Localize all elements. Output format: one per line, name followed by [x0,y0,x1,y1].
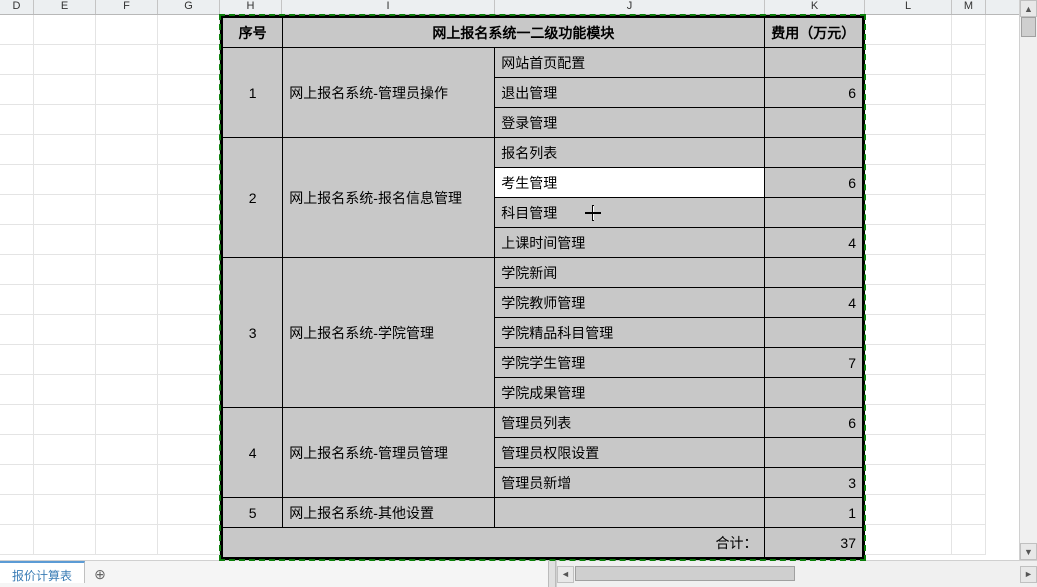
col-header-G[interactable]: G [158,0,220,14]
cell-item[interactable]: 学院成果管理 [495,378,764,408]
cell-seq[interactable]: 5 [223,498,283,528]
cell-item[interactable]: 网站首页配置 [495,48,764,78]
cell-item[interactable]: 退出管理 [495,78,764,108]
column-headers[interactable]: D E F G H I J K L M [0,0,1020,15]
cell-cost[interactable] [764,258,862,288]
col-header-I[interactable]: I [282,0,495,14]
cell-cost[interactable]: 4 [764,288,862,318]
data-table[interactable]: 序号 网上报名系统一二级功能模块 费用（万元） 1 网上报名系统-管理员操作 网… [220,15,865,560]
vertical-scrollbar[interactable]: ▲ ▼ [1019,0,1037,560]
cell-cost[interactable] [764,438,862,468]
cell-item[interactable]: 学院教师管理 [495,288,764,318]
cell-cost[interactable] [764,108,862,138]
table-row[interactable]: 5 网上报名系统-其他设置 1 [223,498,863,528]
cell-seq[interactable]: 4 [223,408,283,498]
cell-cost[interactable] [764,138,862,168]
plus-icon: ⊕ [94,566,106,583]
horizontal-scroll-track[interactable] [575,566,1019,583]
cell-item[interactable]: 登录管理 [495,108,764,138]
cell-cost[interactable]: 6 [764,168,862,198]
cell-item[interactable]: 管理员新增 [495,468,764,498]
cell-item[interactable]: 学院新闻 [495,258,764,288]
scroll-right-button[interactable]: ► [1020,566,1037,583]
col-header-D[interactable]: D [0,0,34,14]
cell-item[interactable]: 科目管理 [495,198,764,228]
table-row[interactable]: 3 网上报名系统-学院管理 学院新闻 [223,258,863,288]
cell-cost[interactable]: 6 [764,78,862,108]
col-header-J[interactable]: J [495,0,765,14]
cell-item[interactable] [495,498,764,528]
header-modules: 网上报名系统一二级功能模块 [283,18,764,48]
col-header-F[interactable]: F [96,0,158,14]
cell-item[interactable]: 管理员列表 [495,408,764,438]
col-header-L[interactable]: L [865,0,952,14]
cell-group-name[interactable]: 网上报名系统-报名信息管理 [283,138,495,258]
cell-seq[interactable]: 2 [223,138,283,258]
horizontal-scrollbar[interactable]: ◄ ► [556,561,1037,587]
col-header-M[interactable]: M [952,0,986,14]
vertical-scroll-thumb[interactable] [1021,17,1036,37]
cell-group-name[interactable]: 网上报名系统-学院管理 [283,258,495,408]
header-cost: 费用（万元） [764,18,862,48]
cell-total-value[interactable]: 37 [764,528,862,558]
scroll-left-button[interactable]: ◄ [557,566,574,583]
cell-item[interactable]: 报名列表 [495,138,764,168]
scroll-down-button[interactable]: ▼ [1020,543,1037,560]
scroll-up-button[interactable]: ▲ [1020,0,1037,17]
cell-group-name[interactable]: 网上报名系统-管理员管理 [283,408,495,498]
cell-item[interactable]: 学院精品科目管理 [495,318,764,348]
cell-group-name[interactable]: 网上报名系统-其他设置 [283,498,495,528]
cell-seq[interactable]: 1 [223,48,283,138]
sheet-tab-bar[interactable]: 报价计算表 ⊕ ◄ ► [0,560,1037,587]
cell-total-label[interactable]: 合计： [223,528,765,558]
cell-cost[interactable]: 1 [764,498,862,528]
active-cell[interactable]: 考生管理 [495,168,764,198]
table-total-row[interactable]: 合计： 37 [223,528,863,558]
col-header-E[interactable]: E [34,0,96,14]
cell-cost[interactable] [764,48,862,78]
horizontal-scroll-thumb[interactable] [575,566,795,581]
table-row[interactable]: 2 网上报名系统-报名信息管理 报名列表 [223,138,863,168]
table-row[interactable]: 1 网上报名系统-管理员操作 网站首页配置 [223,48,863,78]
cell-cost[interactable]: 4 [764,228,862,258]
cell-item[interactable]: 上课时间管理 [495,228,764,258]
sheet-tab-active[interactable]: 报价计算表 [0,561,85,583]
spreadsheet-grid[interactable]: D E F G H I J K L M // placeholder; actu… [0,0,1020,561]
cell-seq[interactable]: 3 [223,258,283,408]
cell-cost[interactable] [764,318,862,348]
cell-cost[interactable]: 6 [764,408,862,438]
cell-cost[interactable] [764,378,862,408]
cell-item[interactable]: 管理员权限设置 [495,438,764,468]
tab-split-handle[interactable] [548,561,556,587]
add-sheet-button[interactable]: ⊕ [85,561,115,587]
col-header-K[interactable]: K [765,0,865,14]
cell-group-name[interactable]: 网上报名系统-管理员操作 [283,48,495,138]
table-header-row: 序号 网上报名系统一二级功能模块 费用（万元） [223,18,863,48]
header-seq: 序号 [223,18,283,48]
col-header-H[interactable]: H [220,0,282,14]
table-row[interactable]: 4 网上报名系统-管理员管理 管理员列表 6 [223,408,863,438]
cell-item[interactable]: 学院学生管理 [495,348,764,378]
cell-cost[interactable]: 7 [764,348,862,378]
cell-cost[interactable]: 3 [764,468,862,498]
cell-cost[interactable] [764,198,862,228]
